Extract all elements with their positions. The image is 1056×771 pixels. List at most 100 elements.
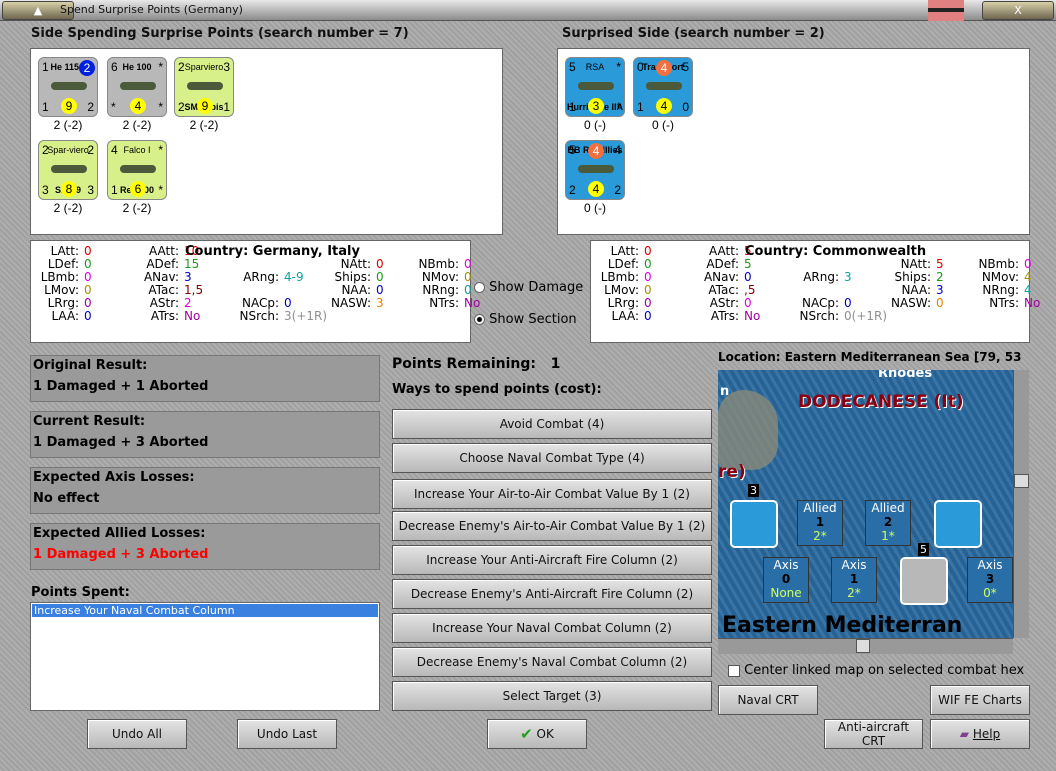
stat-label: ANav: [143,270,179,284]
stat-label: LBmb: [40,270,79,284]
stat-value: 0 [376,270,384,284]
undo-last-button[interactable]: Undo Last [237,719,337,749]
combat-box[interactable]: Allied 2 1* [865,500,911,546]
stat-value: 3 [936,283,944,297]
stat-value: 4-9 [284,270,304,284]
spend-option-button[interactable]: Increase Your Anti-Aircraft Fire Column … [392,545,712,575]
checkbox-icon [728,664,740,677]
center-map-checkbox[interactable]: Center linked map on selected combat hex [728,663,1024,678]
undo-all-button[interactable]: Undo All [87,719,187,749]
title-bar: ▲ Spend Surprise Points (Germany) X [0,0,1056,21]
spend-option-button[interactable]: Increase Your Air-to-Air Combat Value By… [392,479,712,509]
show-section-label: Show Section [489,312,577,327]
unit-counter[interactable]: 0510Transport44 [633,57,693,117]
stat-value: 0 [84,257,92,271]
unit-silhouette-icon [120,165,156,173]
unit-counter[interactable]: 6 * * * He 100 4 [107,57,167,117]
unit-silhouette-icon [120,82,156,90]
result-label: Expected Allied Losses: [33,526,206,541]
ok-button[interactable]: ✔ OK [487,719,587,749]
stat-value: 3 [376,296,384,310]
unit-counter[interactable]: 2321SM.79bisSparviero9 [174,57,234,117]
unit-counter[interactable]: 5*1*Hurricane IIARSA3 [565,57,625,117]
stat-label: LMov: [44,283,79,297]
unit-counter[interactable]: 5422BB Ramillies44 [565,140,625,200]
spend-option-button[interactable]: Increase Your Naval Combat Column (2) [392,613,712,643]
close-button[interactable]: X [982,1,1054,20]
stat-value: 5 [936,257,944,271]
map-vertical-scrollbar[interactable] [1013,370,1029,638]
combat-box[interactable]: Axis 1 2* [831,557,877,603]
stat-value: 0 [84,270,92,284]
map-label-n: n [720,384,730,399]
spend-option-button[interactable]: Decrease Enemy's Naval Combat Column (2) [392,647,712,677]
stat-value: 0 [84,309,92,323]
help-button[interactable]: ▰ Help [930,719,1030,749]
counter-bl: * [111,100,116,114]
box-side: Allied [803,501,837,515]
map-view[interactable]: n Rhodes DODECANESE (It) re) Eastern Med… [718,370,1013,638]
spend-option-button[interactable]: Decrease Enemy's Anti-Aircraft Fire Colu… [392,579,712,609]
help-label: Help [972,727,1001,741]
location-label: Location: Eastern Mediterranean Sea [79,… [718,350,1022,364]
stat-value: No [1024,296,1041,310]
map-unit-submarine[interactable] [934,500,982,548]
unit-counter[interactable]: 2233SM.79Spar-viero8 [38,140,98,200]
combat-box[interactable]: Axis 0 None [763,557,809,603]
spend-option-button[interactable]: Select Target (3) [392,681,712,711]
result-label: Current Result: [33,414,146,429]
stat-label: ATac: [708,283,739,297]
points-spent-list[interactable]: Increase Your Naval Combat Column [30,602,380,711]
stat-label: LBmb: [600,270,639,284]
stat-value: 0 [936,296,944,310]
stat-label: LAA: [51,309,79,323]
stat-value: 0 [464,283,472,297]
points-remaining-label: Points Remaining: [392,356,537,372]
stat-value: 0 [284,296,292,310]
surprised-side-stats: LAtt: 0 LDef: 0 LBmb: 0 LMov: 0 LRrg: 0 LAA: 0 AAtt:… [590,240,1040,343]
counter-caption: 2 (-2) [53,118,83,132]
spend-option-button[interactable]: Avoid Combat (4) [392,409,712,439]
stat-value: 0 [644,270,652,284]
stat-label: NRng: [982,283,1019,297]
aa-crt-button[interactable]: Anti-aircraft CRT [824,719,923,749]
scroll-thumb[interactable] [856,639,870,653]
combat-box[interactable]: Axis 3 0* [967,557,1013,603]
stat-value: 5 [744,257,752,271]
show-damage-radio[interactable]: Show Damage [474,280,583,295]
checkbox-label: Center linked map on selected combat hex [744,663,1025,678]
map-horizontal-scrollbar[interactable] [718,638,1013,654]
stat-label: ANav: [703,270,739,284]
counter-caption: 0 (-) [584,118,606,132]
stat-value: 0 [644,296,652,310]
result-box: Current Result: 1 Damaged + 3 Aborted [30,411,380,458]
counter-circle: 4 [656,98,672,114]
stat-label: NAtt: [340,257,371,271]
show-section-radio[interactable]: Show Section [474,312,577,327]
box-side: Axis [773,558,799,572]
map-unit-hurricane[interactable] [730,500,778,548]
points-remaining: Points Remaining: 1 [392,356,560,372]
result-box: Original Result: 1 Damaged + 1 Aborted [30,355,380,402]
box-num: 1 [815,515,825,529]
stat-value: 3(+1R) [284,309,328,323]
stat-value: 0 [84,244,92,258]
box-side: Axis [977,558,1003,572]
stat-label: AAtt: [709,244,739,258]
spend-option-button[interactable]: Choose Naval Combat Type (4) [392,443,712,473]
naval-crt-button[interactable]: Naval CRT [718,685,818,715]
combat-box[interactable]: Allied 1 2* [797,500,843,546]
spend-option-button[interactable]: Decrease Enemy's Air-to-Air Combat Value… [392,511,712,541]
wif-charts-button[interactable]: WIF FE Charts [930,685,1030,715]
list-item[interactable]: Increase Your Naval Combat Column [32,604,378,617]
stat-label: LRrg: [607,296,639,310]
map-unit-he115[interactable] [900,557,948,605]
unit-counter[interactable]: 4*1*Re.2000Falco I6 [107,140,167,200]
counter-caption: 2 (-2) [122,201,152,215]
box-val: 0* [983,586,997,600]
stat-label: NTrs: [429,296,459,310]
scroll-thumb[interactable] [1014,474,1029,488]
stat-value: 0 [464,270,472,284]
spending-side-stats: LAtt: 0 LDef: 0 LBmb: 0 LMov: 0 LRrg: 0 LAA: 0 AAtt:… [30,240,480,343]
unit-counter[interactable]: 1212He 115C92 [38,57,98,117]
